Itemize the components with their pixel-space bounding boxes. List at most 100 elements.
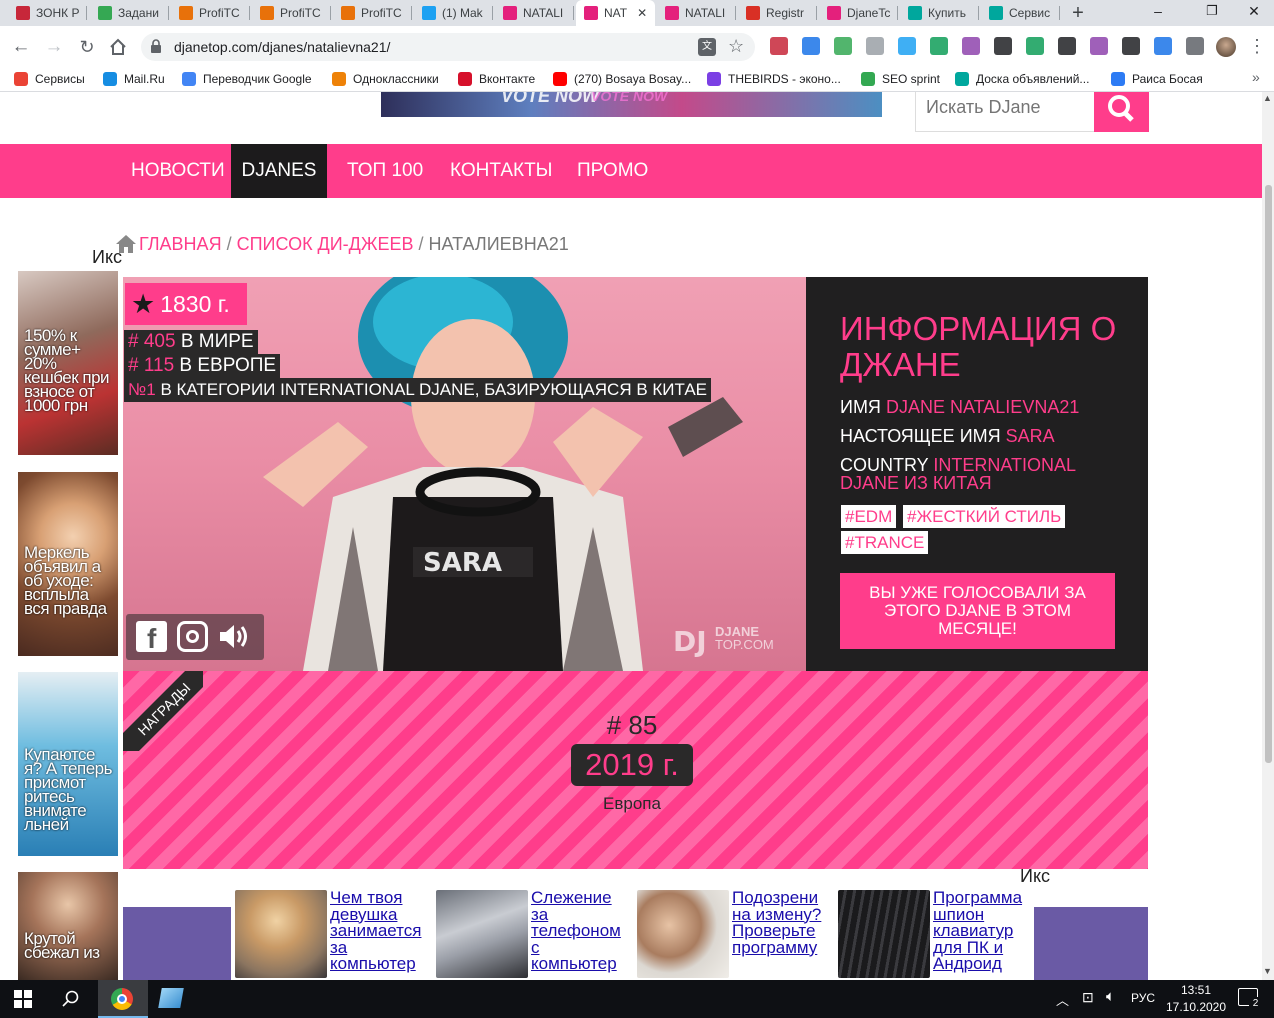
bookmark-item[interactable]: Mail.Ru: [103, 70, 165, 88]
menu-dots-icon[interactable]: ⋮: [1248, 36, 1266, 56]
reload-icon[interactable]: ↻: [76, 36, 98, 58]
browser-tab[interactable]: NATALI: [657, 0, 736, 26]
nav-djanes[interactable]: DJANES: [231, 144, 327, 198]
sound-icon[interactable]: [218, 621, 252, 652]
browser-tab[interactable]: NAT ✕: [576, 0, 655, 26]
bookmark-item[interactable]: (270) Bosaya Bosay...: [553, 70, 691, 88]
bottom-ad-close[interactable]: Икс: [1020, 866, 1050, 887]
extension-icon[interactable]: [770, 37, 788, 55]
bottom-ad-text-1[interactable]: Чем твоя девушка занимается за компьютер: [330, 890, 425, 978]
facebook-icon[interactable]: f: [136, 621, 167, 654]
top-banner[interactable]: VOTE NOW VOTE NOW: [381, 92, 882, 117]
new-tab-button[interactable]: +: [1066, 2, 1090, 24]
browser-tab[interactable]: (1) Mak: [414, 0, 493, 26]
bookmark-item[interactable]: Доска объявлений...: [955, 70, 1089, 88]
extension-icon[interactable]: [898, 37, 916, 55]
extension-icon[interactable]: [1058, 37, 1076, 55]
taskbar-search-icon[interactable]: [62, 990, 80, 1008]
bottom-ad-image-2[interactable]: [436, 890, 528, 978]
nav-contacts[interactable]: КОНТАКТЫ: [442, 144, 561, 198]
browser-tab[interactable]: ProfiTC: [171, 0, 250, 26]
site-search-input[interactable]: [926, 92, 1096, 122]
close-tab-icon[interactable]: ✕: [637, 6, 647, 20]
extension-icon[interactable]: [834, 37, 852, 55]
search-button[interactable]: [1094, 92, 1149, 132]
forward-icon[interactable]: →: [43, 36, 65, 58]
bookmark-item[interactable]: THEBIRDS - эконо...: [707, 70, 841, 88]
bookmark-item[interactable]: Сервисы: [14, 70, 85, 88]
bottom-ad-image-3[interactable]: [637, 890, 729, 978]
ad-close-label[interactable]: Икс: [92, 247, 122, 268]
translate-icon[interactable]: 文: [698, 38, 716, 56]
bookmark-item[interactable]: Вконтакте: [458, 70, 535, 88]
bottom-ad-text-2[interactable]: Слежение за телефоном с компьютер: [531, 890, 626, 978]
extension-icon[interactable]: [962, 37, 980, 55]
scroll-down-icon[interactable]: ▼: [1263, 966, 1272, 976]
url-text[interactable]: djanetop.com/djanes/natalievna21/: [174, 39, 390, 55]
browser-tab[interactable]: Сервис: [981, 0, 1060, 26]
nav-news[interactable]: НОВОСТИ: [123, 144, 233, 198]
restore-button[interactable]: ❐: [1192, 3, 1232, 23]
back-icon[interactable]: ←: [10, 36, 32, 58]
browser-tab[interactable]: ЗОНК Р: [8, 0, 87, 26]
extension-icon[interactable]: [1090, 37, 1108, 55]
bottom-ad-image-1[interactable]: [235, 890, 327, 978]
browser-tab[interactable]: NATALI: [495, 0, 574, 26]
lock-icon[interactable]: [150, 39, 162, 53]
bottom-ad-image-4[interactable]: [838, 890, 930, 978]
side-ad-2[interactable]: Меркель объявил а об уходе: всплыла вся …: [18, 472, 118, 656]
network-icon[interactable]: ⊡: [1082, 989, 1094, 1006]
bookmark-item[interactable]: Раиса Босая: [1111, 70, 1203, 88]
side-ad-1[interactable]: 150% к сумме+ 20% кешбек при взносе от 1…: [18, 271, 118, 455]
volume-icon[interactable]: 🔈︎: [1106, 988, 1115, 1005]
nav-top100[interactable]: ТОП 100: [339, 144, 431, 198]
side-ad-4[interactable]: Крутой сбежал из: [18, 872, 118, 980]
extension-icon[interactable]: [1186, 37, 1204, 55]
vote-button[interactable]: ВЫ УЖЕ ГОЛОСОВАЛИ ЗА ЭТОГО DJANE В ЭТОМ …: [840, 573, 1115, 649]
breadcrumb-home[interactable]: ГЛАВНАЯ: [139, 234, 222, 255]
extension-icon[interactable]: [866, 37, 884, 55]
tag-hard-style[interactable]: #ЖЕСТКИЙ СТИЛЬ: [903, 505, 1066, 528]
home-icon[interactable]: [107, 36, 129, 58]
side-ad-3[interactable]: Купаютсе я? А теперь присмот ритесь вним…: [18, 672, 118, 856]
browser-tab[interactable]: Задани: [90, 0, 169, 26]
breadcrumb-list[interactable]: СПИСОК ДИ-ДЖЕЕВ: [237, 234, 414, 255]
tray-chevron-icon[interactable]: ︿: [1056, 990, 1069, 1009]
bottom-ad-text-3[interactable]: Подозрени на измену? Проверьте программу: [732, 890, 827, 978]
browser-tab[interactable]: ProfiTC: [252, 0, 331, 26]
tag-trance[interactable]: #TRANCE: [841, 531, 929, 554]
profile-avatar[interactable]: [1216, 37, 1236, 57]
extension-icon[interactable]: [994, 37, 1012, 55]
extension-icon[interactable]: [802, 37, 820, 55]
close-window-button[interactable]: ✕: [1236, 3, 1272, 23]
extension-icon[interactable]: [1154, 37, 1172, 55]
bottom-ad-text-4[interactable]: Программа шпион клавиатур для ПК и Андро…: [933, 890, 1028, 978]
tab-label: NATALI: [685, 6, 726, 20]
bookmark-item[interactable]: SEO sprint: [861, 70, 940, 88]
browser-tab[interactable]: Купить: [900, 0, 979, 26]
bookmark-item[interactable]: Переводчик Google: [182, 70, 312, 88]
lang-indicator[interactable]: РУС: [1131, 991, 1155, 1005]
bookmark-item[interactable]: Одноклассники: [332, 70, 439, 88]
windows-start-icon[interactable]: [14, 990, 32, 1008]
site-search-box[interactable]: [915, 92, 1096, 132]
browser-tab[interactable]: ProfiTC: [333, 0, 412, 26]
browser-tab[interactable]: Registr: [738, 0, 817, 26]
extension-icon[interactable]: [930, 37, 948, 55]
nav-promo[interactable]: ПРОМО: [569, 144, 656, 198]
clock-time[interactable]: 13:51: [1168, 983, 1224, 997]
tag-edm[interactable]: #EDM: [841, 505, 897, 528]
extension-icon[interactable]: [1026, 37, 1044, 55]
tab-label: NAT: [604, 6, 628, 20]
app-taskbar-icon[interactable]: [158, 988, 184, 1008]
bookmarks-overflow[interactable]: »: [1252, 69, 1260, 85]
extension-icon[interactable]: [1122, 37, 1140, 55]
bookmark-star-icon[interactable]: ☆: [728, 36, 744, 57]
instagram-icon[interactable]: [177, 621, 208, 652]
clock-date[interactable]: 17.10.2020: [1164, 1000, 1228, 1014]
browser-tab[interactable]: DjaneTc: [819, 0, 898, 26]
minimize-button[interactable]: –: [1138, 3, 1178, 23]
scroll-up-icon[interactable]: ▲: [1263, 93, 1272, 103]
scrollbar-thumb[interactable]: [1265, 185, 1272, 763]
chrome-taskbar-icon[interactable]: [98, 980, 148, 1018]
